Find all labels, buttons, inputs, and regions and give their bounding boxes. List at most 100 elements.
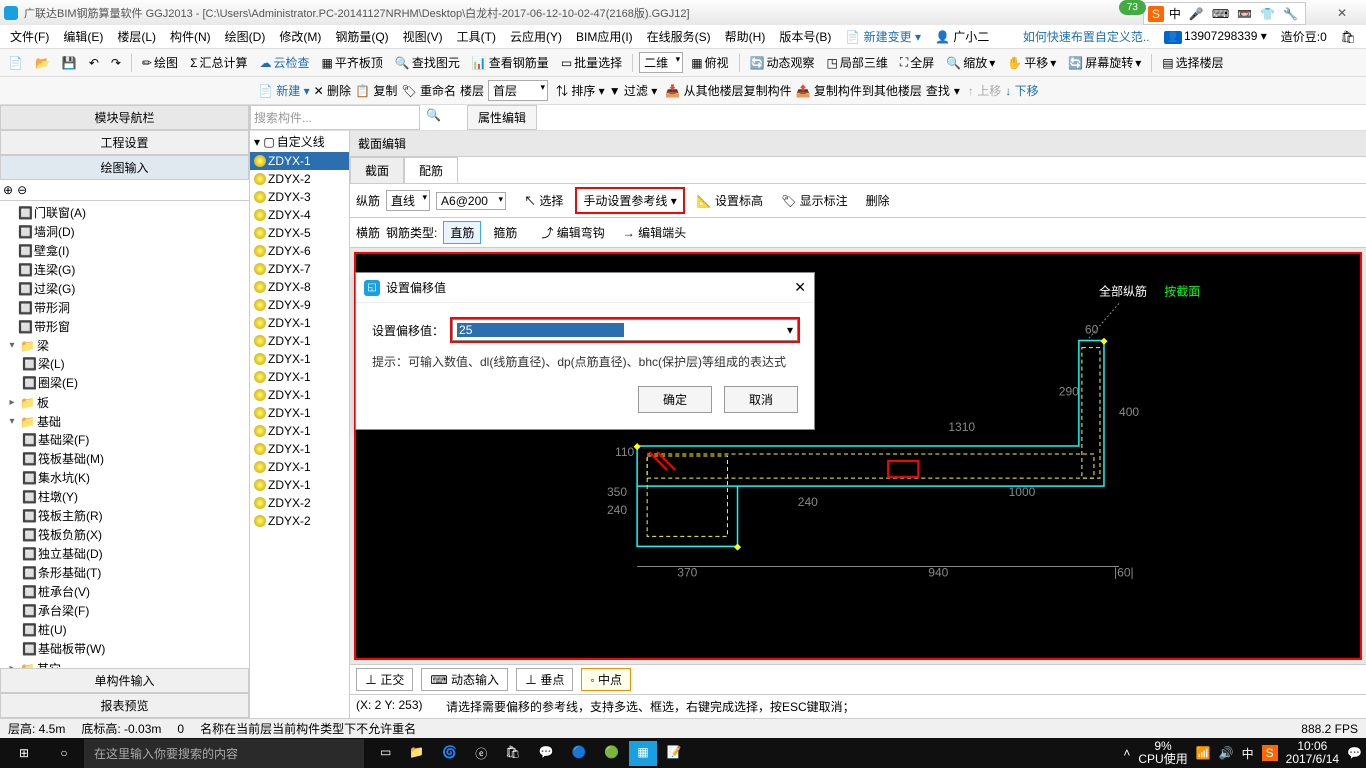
tb-selfloor[interactable]: ▤ 选择楼层 — [1158, 52, 1227, 73]
tb-showbar[interactable]: 📊 查看钢筋量 — [468, 52, 553, 73]
tree-cat-slab[interactable]: ▸📁 板 — [6, 394, 247, 411]
tb2-rename[interactable]: 🏷 重命名 — [401, 82, 456, 99]
component-item[interactable]: ZDYX-2 — [250, 494, 349, 512]
tb-bird[interactable]: ▦ 俯视 — [687, 52, 732, 73]
tree-node[interactable]: 🔲带形窗 — [18, 318, 247, 335]
ime-kbd-icon[interactable]: ⌨ — [1209, 6, 1232, 22]
tree-node[interactable]: 🔲条形基础(T) — [22, 564, 247, 581]
tree-node[interactable]: 🔲桩承台(V) — [22, 583, 247, 600]
snap-mid[interactable]: ◦ 中点 — [581, 668, 631, 691]
component-item[interactable]: ZDYX-1 — [250, 458, 349, 476]
component-item[interactable]: ZDYX-1 — [250, 440, 349, 458]
tb-save-icon[interactable]: 💾 — [58, 54, 81, 72]
tree-node[interactable]: 🔲墙洞(D) — [18, 223, 247, 240]
tb-zoom[interactable]: 🔍 缩放 ▾ — [942, 52, 999, 73]
component-item[interactable]: ZDYX-1 — [250, 314, 349, 332]
component-item[interactable]: ZDYX-2 — [250, 170, 349, 188]
tree-expand-icon[interactable]: ⊕ — [3, 183, 13, 197]
tb-rot[interactable]: 🔄 屏幕旋转 ▾ — [1064, 52, 1145, 73]
menu-beans[interactable]: 造价豆:0 — [1275, 26, 1333, 47]
component-item[interactable]: ZDYX-1 — [250, 350, 349, 368]
combo-chevron-icon[interactable]: ▾ — [787, 323, 793, 337]
tb-find[interactable]: 🔍 查找图元 — [391, 52, 464, 73]
btn-straight[interactable]: 直筋 — [443, 221, 481, 244]
tb-local3d[interactable]: ◳ 局部三维 — [823, 52, 892, 73]
tb2-del[interactable]: ✕ 删除 — [314, 82, 351, 99]
btn-delete[interactable]: 删除 — [860, 190, 896, 211]
task-icon[interactable]: 🛍 — [497, 741, 528, 766]
task-icon[interactable]: 🔵 — [563, 741, 594, 766]
tree-node[interactable]: 🔲门联窗(A) — [18, 204, 247, 221]
component-item[interactable]: ZDYX-4 — [250, 206, 349, 224]
btn-select[interactable]: ↖ 选择 — [518, 190, 569, 211]
snap-perp[interactable]: ⊥ 垂点 — [516, 668, 573, 691]
component-item[interactable]: ZDYX-1 — [250, 386, 349, 404]
task-icon[interactable]: 📁 — [401, 741, 432, 766]
menu-rebar[interactable]: 钢筋量(Q) — [329, 26, 394, 47]
tb2-copyfrom[interactable]: 📥 从其他楼层复制构件 — [665, 82, 791, 99]
task-icon-active[interactable]: ▦ — [629, 741, 656, 766]
tb-redo-icon[interactable]: ↷ — [107, 54, 125, 72]
btn-show-annot[interactable]: 🏷 显示标注 — [775, 190, 854, 211]
component-item[interactable]: ZDYX-8 — [250, 278, 349, 296]
tb2-up[interactable]: ↑ 上移 — [968, 82, 1001, 99]
tree-node[interactable]: 🔲桩(U) — [22, 621, 247, 638]
tree-node[interactable]: 🔲筏板负筋(X) — [22, 526, 247, 543]
tb2-sort[interactable]: ⇅ 排序 ▾ — [556, 82, 605, 99]
menu-phone[interactable]: 👤13907298339 ▾ — [1158, 27, 1273, 46]
menu-file[interactable]: 文件(F) — [4, 26, 55, 47]
tree-node[interactable]: 🔲梁(L) — [22, 355, 247, 372]
tb2-new[interactable]: 📄 新建 ▾ — [258, 82, 310, 99]
notify-bubble[interactable]: 73 — [1119, 0, 1146, 15]
tray-ime[interactable]: 中 — [1242, 745, 1254, 762]
task-icon[interactable]: 🟢 — [596, 741, 627, 766]
cortana-icon[interactable]: ○ — [44, 738, 84, 768]
component-item[interactable]: ZDYX-7 — [250, 260, 349, 278]
tab-rebar[interactable]: 配筋 — [404, 157, 458, 183]
tb-dyn[interactable]: 🔄 动态观察 — [746, 52, 819, 73]
task-icon[interactable]: ⓔ — [467, 741, 495, 766]
component-item[interactable]: ZDYX-1 — [250, 404, 349, 422]
taskbar-search[interactable]: 在这里输入你要搜索的内容 — [84, 739, 364, 768]
menu-bim[interactable]: BIM应用(I) — [570, 26, 639, 47]
search-input[interactable]: 搜索构件... — [250, 105, 420, 130]
menu-newchange[interactable]: 📄 新建变更 ▾ — [839, 26, 927, 47]
tb-draw[interactable]: ✏ 绘图 — [138, 52, 182, 73]
tray-up-icon[interactable]: ˄ — [1123, 746, 1130, 760]
tree-node[interactable]: 🔲承台梁(F) — [22, 602, 247, 619]
tb2-down[interactable]: ↓ 下移 — [1005, 82, 1038, 99]
tree-node[interactable]: 🔲筏板主筋(R) — [22, 507, 247, 524]
ime-skin-icon[interactable]: 👕 — [1257, 6, 1278, 22]
close-button[interactable]: ✕ — [1322, 3, 1362, 23]
component-item[interactable]: ZDYX-5 — [250, 224, 349, 242]
component-item[interactable]: ZDYX-6 — [250, 242, 349, 260]
tree-node[interactable]: 🔲连梁(G) — [18, 261, 247, 278]
ime-floatbar[interactable]: S 中 🎤 ⌨ 📼 👕 🔧 — [1143, 2, 1306, 25]
tree-node[interactable]: 🔲柱墩(Y) — [22, 488, 247, 505]
tray-vol-icon[interactable]: 🔊 — [1219, 746, 1234, 760]
tree-node[interactable]: 🔲基础梁(F) — [22, 431, 247, 448]
tree-cat-foundation[interactable]: ▾📁 基础 — [6, 413, 247, 430]
offset-input-combo[interactable]: ▾ — [452, 319, 798, 341]
snap-ortho[interactable]: ⊥ 正交 — [356, 668, 413, 691]
btn-set-elev[interactable]: 📐 设置标高 — [691, 190, 769, 211]
component-item[interactable]: ZDYX-1 — [250, 422, 349, 440]
tree-node[interactable]: 🔲集水坑(K) — [22, 469, 247, 486]
sel-linetype[interactable]: 直线 — [386, 190, 430, 211]
tb2-floor-select[interactable]: 首层 — [488, 80, 548, 101]
tb-full[interactable]: ⛶ 全屏 — [896, 52, 938, 73]
tb-pan[interactable]: ✋ 平移 ▾ — [1003, 52, 1060, 73]
search-button-icon[interactable]: 🔍 — [420, 105, 447, 130]
tb-dim[interactable]: 二维 — [639, 52, 683, 73]
task-icon[interactable]: 🌀 — [434, 741, 465, 766]
ime-lang[interactable]: 中 — [1166, 4, 1184, 23]
tb-flat[interactable]: ▦ 平齐板顶 — [318, 52, 387, 73]
menu-floor[interactable]: 楼层(L) — [111, 26, 162, 47]
property-tab[interactable]: 属性编辑 — [467, 105, 537, 130]
btn-manual-refline[interactable]: 手动设置参考线 ▾ — [575, 187, 684, 214]
tray-net-icon[interactable]: 📶 — [1196, 746, 1211, 760]
tb2-find[interactable]: 查找 — [926, 82, 950, 99]
tree-node[interactable]: 🔲独立基础(D) — [22, 545, 247, 562]
dialog-cancel-button[interactable]: 取消 — [724, 386, 798, 413]
section-single[interactable]: 单构件输入 — [0, 668, 249, 693]
